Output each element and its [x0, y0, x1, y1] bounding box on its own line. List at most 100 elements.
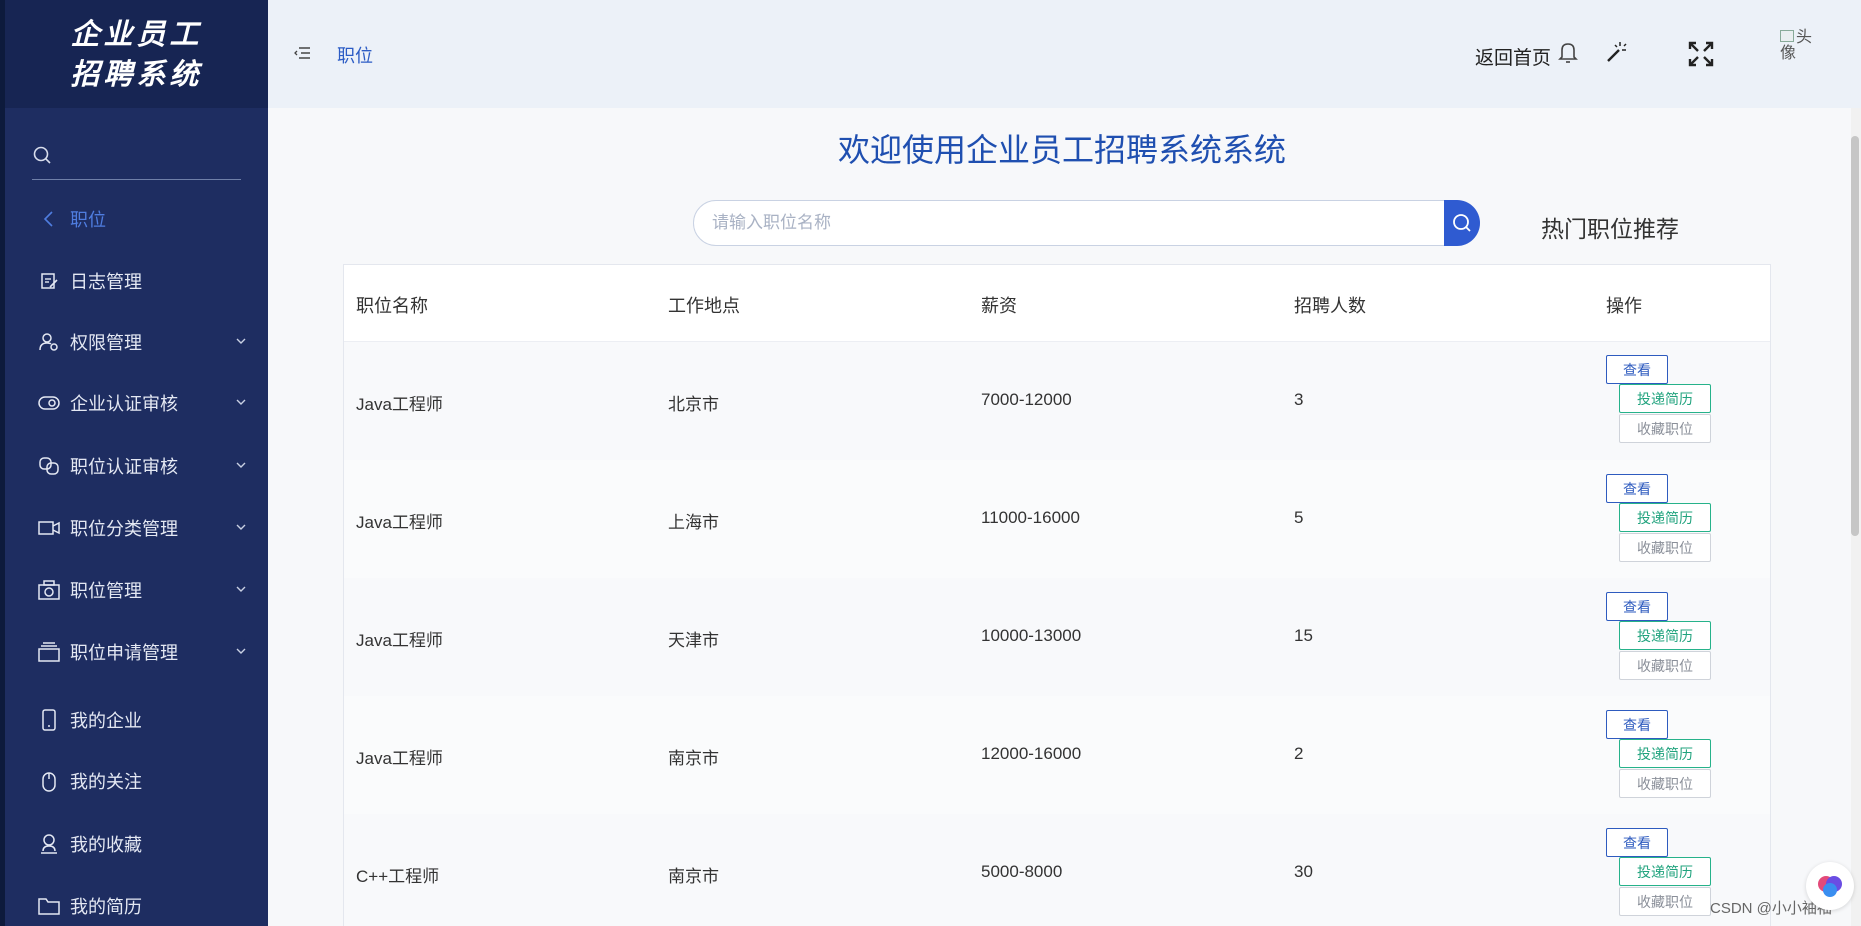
- table-header: 职位名称 工作地点 薪资 招聘人数 操作: [344, 265, 1770, 342]
- sidebar-item-label: 日志管理: [70, 272, 142, 292]
- search-button[interactable]: [1444, 200, 1480, 246]
- cell-salary: 7000-12000: [981, 390, 1072, 409]
- table-row: Java工程师 北京市 7000-12000 3 查看 投递简历 收藏职位: [344, 342, 1770, 460]
- chevron-left-icon: [38, 208, 60, 230]
- search-icon: [1453, 214, 1471, 232]
- sidebar-item-my-follows[interactable]: 我的关注: [10, 761, 273, 801]
- cell-count: 15: [1294, 626, 1313, 645]
- sidebar-item-my-company[interactable]: 我的企业: [10, 700, 273, 740]
- cell-location: 南京市: [668, 867, 719, 886]
- cell-location: 上海市: [668, 513, 719, 532]
- avatar[interactable]: 头像: [1780, 30, 1824, 74]
- table-row: Java工程师 天津市 10000-13000 15 查看 投递简历 收藏职位: [344, 578, 1770, 696]
- sidebar-item-label: 职位分类管理: [70, 519, 178, 539]
- page-scrollbar[interactable]: [1851, 108, 1861, 926]
- view-button[interactable]: 查看: [1606, 592, 1668, 621]
- sidebar-item-category-management[interactable]: 职位分类管理: [10, 508, 273, 548]
- cell-position-name: Java工程师: [356, 631, 443, 650]
- link-icon: [38, 455, 60, 477]
- video-icon: [38, 517, 60, 539]
- sidebar-search[interactable]: [32, 136, 241, 180]
- cell-count: 5: [1294, 508, 1304, 527]
- column-header-salary: 薪资: [981, 296, 1017, 316]
- favorite-position-button[interactable]: 收藏职位: [1619, 651, 1711, 680]
- cell-salary: 10000-13000: [981, 626, 1082, 645]
- menu-collapse-icon[interactable]: [294, 44, 312, 62]
- column-header-name: 职位名称: [356, 296, 428, 316]
- table-row: C++工程师 南京市 5000-8000 30 查看 投递简历 收藏职位: [344, 814, 1770, 926]
- logo-line-1: 企业员工: [70, 17, 203, 51]
- chevron-down-icon: [236, 586, 246, 592]
- hot-positions-link[interactable]: 热门职位推荐: [1541, 210, 1679, 244]
- position-table: 职位名称 工作地点 薪资 招聘人数 操作 Java工程师 北京市 7000-12…: [343, 264, 1771, 926]
- sidebar-item-label: 职位: [70, 210, 106, 230]
- view-button[interactable]: 查看: [1606, 710, 1668, 739]
- app-logo: 企业员工 招聘系统: [5, 0, 268, 108]
- sidebar-item-label: 职位认证审核: [70, 457, 178, 477]
- cell-salary: 11000-16000: [981, 508, 1080, 527]
- edit-document-icon: [38, 270, 60, 292]
- sidebar-item-position-review[interactable]: 职位认证审核: [10, 446, 273, 486]
- cell-location: 北京市: [668, 395, 719, 414]
- sidebar-item-log-management[interactable]: 日志管理: [10, 261, 273, 301]
- cell-position-name: C++工程师: [356, 867, 440, 886]
- chevron-down-icon: [236, 524, 246, 530]
- sidebar-item-my-favorites[interactable]: 我的收藏: [10, 824, 273, 864]
- sidebar-item-label: 权限管理: [70, 333, 142, 353]
- cell-count: 2: [1294, 744, 1304, 763]
- home-link[interactable]: 返回首页: [1475, 43, 1551, 70]
- sidebar-item-my-resume[interactable]: 我的简历: [10, 886, 273, 926]
- user-icon: [38, 833, 60, 855]
- apply-resume-button[interactable]: 投递简历: [1619, 384, 1711, 413]
- sidebar: 企业员工 招聘系统 职位 日志管理 权限管理 企业认证审核 职位认证审核 职位分…: [0, 0, 268, 926]
- logo-line-2: 招聘系统: [70, 57, 203, 91]
- assistant-float-button[interactable]: [1806, 862, 1854, 910]
- position-search-field[interactable]: [693, 200, 1445, 246]
- fullscreen-icon[interactable]: [1688, 41, 1714, 67]
- view-button[interactable]: 查看: [1606, 355, 1668, 384]
- favorite-position-button[interactable]: 收藏职位: [1619, 769, 1711, 798]
- apply-resume-button[interactable]: 投递简历: [1619, 503, 1711, 532]
- search-icon: [32, 145, 52, 170]
- cell-salary: 5000-8000: [981, 862, 1063, 881]
- sidebar-item-label: 企业认证审核: [70, 394, 178, 414]
- breadcrumb[interactable]: 职位: [337, 42, 373, 68]
- favorite-position-button[interactable]: 收藏职位: [1619, 414, 1711, 443]
- position-search-input[interactable]: [712, 213, 1444, 233]
- sidebar-item-application-management[interactable]: 职位申请管理: [10, 632, 273, 672]
- stack-icon: [38, 641, 60, 663]
- top-header: 职位 返回首页 头像: [268, 0, 1861, 108]
- sidebar-item-position-management[interactable]: 职位管理: [10, 570, 273, 610]
- column-header-actions: 操作: [1606, 296, 1642, 316]
- bell-icon[interactable]: [1557, 40, 1579, 64]
- favorite-position-button[interactable]: 收藏职位: [1619, 533, 1711, 562]
- column-header-count: 招聘人数: [1294, 296, 1366, 316]
- chevron-down-icon: [236, 399, 246, 405]
- folder-icon: [38, 895, 60, 917]
- apply-resume-button[interactable]: 投递简历: [1619, 739, 1711, 768]
- cell-position-name: Java工程师: [356, 513, 443, 532]
- mobile-icon: [38, 709, 60, 731]
- magic-wand-icon[interactable]: [1604, 40, 1628, 64]
- camera-icon: [38, 579, 60, 601]
- sidebar-item-permission-management[interactable]: 权限管理: [10, 322, 273, 362]
- favorite-position-button[interactable]: 收藏职位: [1619, 887, 1711, 916]
- sidebar-item-label: 我的关注: [70, 772, 142, 792]
- sidebar-item-label: 职位申请管理: [70, 643, 178, 663]
- toggle-icon: [38, 392, 60, 414]
- sidebar-item-label: 我的简历: [70, 897, 142, 917]
- chevron-down-icon: [236, 338, 246, 344]
- table-row: Java工程师 上海市 11000-16000 5 查看 投递简历 收藏职位: [344, 460, 1770, 578]
- apply-resume-button[interactable]: 投递简历: [1619, 857, 1711, 886]
- apply-resume-button[interactable]: 投递简历: [1619, 621, 1711, 650]
- cell-position-name: Java工程师: [356, 749, 443, 768]
- view-button[interactable]: 查看: [1606, 474, 1668, 503]
- broken-image-icon: [1780, 30, 1794, 42]
- table-row: Java工程师 南京市 12000-16000 2 查看 投递简历 收藏职位: [344, 696, 1770, 814]
- view-button[interactable]: 查看: [1606, 828, 1668, 857]
- scrollbar-thumb[interactable]: [1851, 136, 1859, 536]
- sidebar-item-position[interactable]: 职位: [10, 199, 273, 239]
- cell-position-name: Java工程师: [356, 395, 443, 414]
- sidebar-item-company-review[interactable]: 企业认证审核: [10, 383, 273, 423]
- cell-salary: 12000-16000: [981, 744, 1082, 763]
